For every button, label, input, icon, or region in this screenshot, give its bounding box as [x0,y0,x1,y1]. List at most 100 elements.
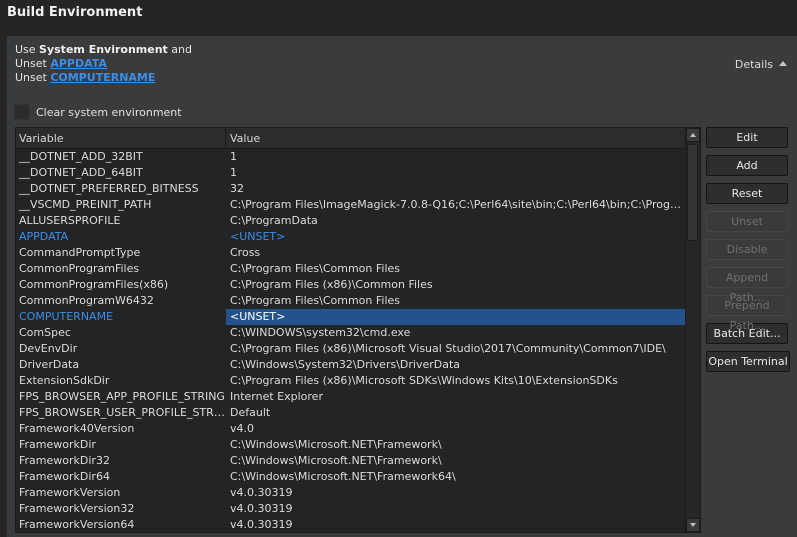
unset-prefix: Unset [15,71,51,84]
variable-cell[interactable]: CommonProgramFiles(x86) [16,277,226,293]
value-cell[interactable]: C:\Program Files\Common Files [226,261,685,277]
variable-cell[interactable]: DevEnvDir [16,341,226,357]
table-row[interactable]: APPDATA <UNSET> [16,229,685,245]
variable-cell[interactable]: ExtensionSdkDir [16,373,226,389]
value-cell[interactable]: 1 [226,149,685,165]
value-cell[interactable]: C:\WINDOWS\system32\cmd.exe [226,325,685,341]
environment-panel: Use System Environment and Unset APPDATA… [7,36,797,537]
value-cell[interactable]: C:\Program Files (x86)\Microsoft Visual … [226,341,685,357]
variable-cell[interactable]: __VSCMD_PREINIT_PATH [16,197,226,213]
table-row[interactable]: __VSCMD_PREINIT_PATH C:\Program Files\Ima… [16,197,685,213]
table-row[interactable]: FrameworkVersion64 v4.0.30319 [16,517,685,532]
variable-cell[interactable]: ComSpec [16,325,226,341]
table-row[interactable]: CommonProgramW6432 C:\Program Files\Commo… [16,293,685,309]
value-cell[interactable]: <UNSET> [226,229,685,245]
add-button[interactable]: Add [706,155,788,176]
table-row[interactable]: FPS_BROWSER_USER_PROFILE_STRING Default [16,405,685,421]
table-row[interactable]: FPS_BROWSER_APP_PROFILE_STRING Internet E… [16,389,685,405]
table-row[interactable]: DriverData C:\Windows\System32\Drivers\Dr… [16,357,685,373]
table-row[interactable]: __DOTNET_ADD_32BIT 1 [16,149,685,165]
reset-button[interactable]: Reset [706,183,788,204]
value-cell[interactable]: C:\Program Files\ImageMagick-7.0.8-Q16;C… [226,197,685,213]
summary-prefix: Use [15,43,40,56]
variable-cell[interactable]: CommonProgramW6432 [16,293,226,309]
scroll-up-button[interactable] [686,128,700,142]
append-path-button: Append Path... [706,267,788,304]
table-row[interactable]: FrameworkDir C:\Windows\Microsoft.NET\Fra… [16,437,685,453]
value-cell[interactable]: C:\Program Files (x86)\Microsoft SDKs\Wi… [226,373,685,389]
value-cell[interactable]: C:\Program Files\Common Files [226,293,685,309]
value-cell[interactable]: C:\Windows\Microsoft.NET\Framework\ [226,437,685,453]
variable-cell[interactable]: FPS_BROWSER_USER_PROFILE_STRING [16,405,226,421]
value-cell[interactable]: Cross [226,245,685,261]
scroll-down-button[interactable] [686,518,700,532]
variable-cell[interactable]: FrameworkVersion32 [16,501,226,517]
value-cell[interactable]: v4.0.30319 [226,517,685,532]
value-cell[interactable]: v4.0.30319 [226,501,685,517]
table-row[interactable]: FrameworkVersion32 v4.0.30319 [16,501,685,517]
value-cell[interactable]: v4.0.30319 [226,485,685,501]
variable-cell[interactable]: FPS_BROWSER_APP_PROFILE_STRING [16,389,226,405]
table-row[interactable]: ALLUSERSPROFILE C:\ProgramData [16,213,685,229]
edit-button[interactable]: Edit [706,127,788,148]
table-row[interactable]: CommonProgramFiles C:\Program Files\Commo… [16,261,685,277]
value-cell[interactable]: Default [226,405,685,421]
details-label: Details [734,58,773,71]
clear-system-environment-label: Clear system environment [36,105,182,119]
table-row[interactable]: __DOTNET_ADD_64BIT 1 [16,165,685,181]
variable-cell[interactable]: FrameworkVersion [16,485,226,501]
variable-cell[interactable]: CommandPromptType [16,245,226,261]
variable-cell[interactable]: Framework40Version [16,421,226,437]
column-header-value[interactable]: Value [226,128,685,148]
value-cell[interactable]: C:\Windows\Microsoft.NET\Framework64\ [226,469,685,485]
open-terminal-button[interactable]: Open Terminal [706,351,790,372]
value-cell[interactable]: C:\Windows\Microsoft.NET\Framework\ [226,453,685,469]
environment-table: Variable Value __DOTNET_ADD_32BIT 1 __DOTN… [15,127,701,533]
summary-suffix: and [167,43,193,56]
variable-cell[interactable]: FrameworkDir32 [16,453,226,469]
vertical-scrollbar[interactable] [685,128,700,532]
clear-system-environment-row[interactable]: Clear system environment [14,104,182,120]
table-row[interactable]: FrameworkDir64 C:\Windows\Microsoft.NET\F… [16,469,685,485]
column-header-variable[interactable]: Variable [16,128,226,148]
variable-cell[interactable]: APPDATA [16,229,226,245]
prepend-path-button: Prepend Path... [706,295,788,332]
variable-cell[interactable]: CommonProgramFiles [16,261,226,277]
table-row[interactable]: ExtensionSdkDir C:\Program Files (x86)\Mi… [16,373,685,389]
arrow-up-icon [690,133,696,137]
table-row[interactable]: CommonProgramFiles(x86) C:\Program Files … [16,277,685,293]
variable-cell[interactable]: FrameworkVersion64 [16,517,226,532]
value-cell[interactable]: C:\ProgramData [226,213,685,229]
variable-cell[interactable]: __DOTNET_ADD_32BIT [16,149,226,165]
table-row[interactable]: FrameworkVersion v4.0.30319 [16,485,685,501]
value-cell[interactable]: Internet Explorer [226,389,685,405]
variable-cell[interactable]: ALLUSERSPROFILE [16,213,226,229]
value-cell[interactable]: C:\Windows\System32\Drivers\DriverData [226,357,685,373]
value-cell[interactable]: v4.0 [226,421,685,437]
clear-system-environment-checkbox[interactable] [14,104,30,120]
summary-system-environment: System Environment [39,43,168,56]
table-row[interactable]: __DOTNET_PREFERRED_BITNESS 32 [16,181,685,197]
unset-link-computername[interactable]: COMPUTERNAME [50,71,155,84]
batch-edit-button[interactable]: Batch Edit... [706,323,788,344]
table-row[interactable]: DevEnvDir C:\Program Files (x86)\Microsof… [16,341,685,357]
variable-cell[interactable]: DriverData [16,357,226,373]
table-row[interactable]: ComSpec C:\WINDOWS\system32\cmd.exe [16,325,685,341]
scrollbar-thumb[interactable] [687,144,698,241]
variable-cell[interactable]: FrameworkDir [16,437,226,453]
unset-link-appdata[interactable]: APPDATA [50,57,107,70]
variable-cell[interactable]: __DOTNET_PREFERRED_BITNESS [16,181,226,197]
value-cell[interactable]: 1 [226,165,685,181]
variable-cell[interactable]: FrameworkDir64 [16,469,226,485]
table-row[interactable]: Framework40Version v4.0 [16,421,685,437]
variable-cell[interactable]: __DOTNET_ADD_64BIT [16,165,226,181]
table-row[interactable]: COMPUTERNAME <UNSET> [16,309,685,325]
value-cell[interactable]: 32 [226,181,685,197]
value-cell[interactable]: C:\Program Files (x86)\Common Files [226,277,685,293]
table-row[interactable]: CommandPromptType Cross [16,245,685,261]
variable-cell[interactable]: COMPUTERNAME [16,309,226,325]
value-cell[interactable]: <UNSET> [226,309,685,325]
details-toggle[interactable]: Details [735,58,787,71]
unset-button: Unset [706,211,788,232]
table-row[interactable]: FrameworkDir32 C:\Windows\Microsoft.NET\F… [16,453,685,469]
